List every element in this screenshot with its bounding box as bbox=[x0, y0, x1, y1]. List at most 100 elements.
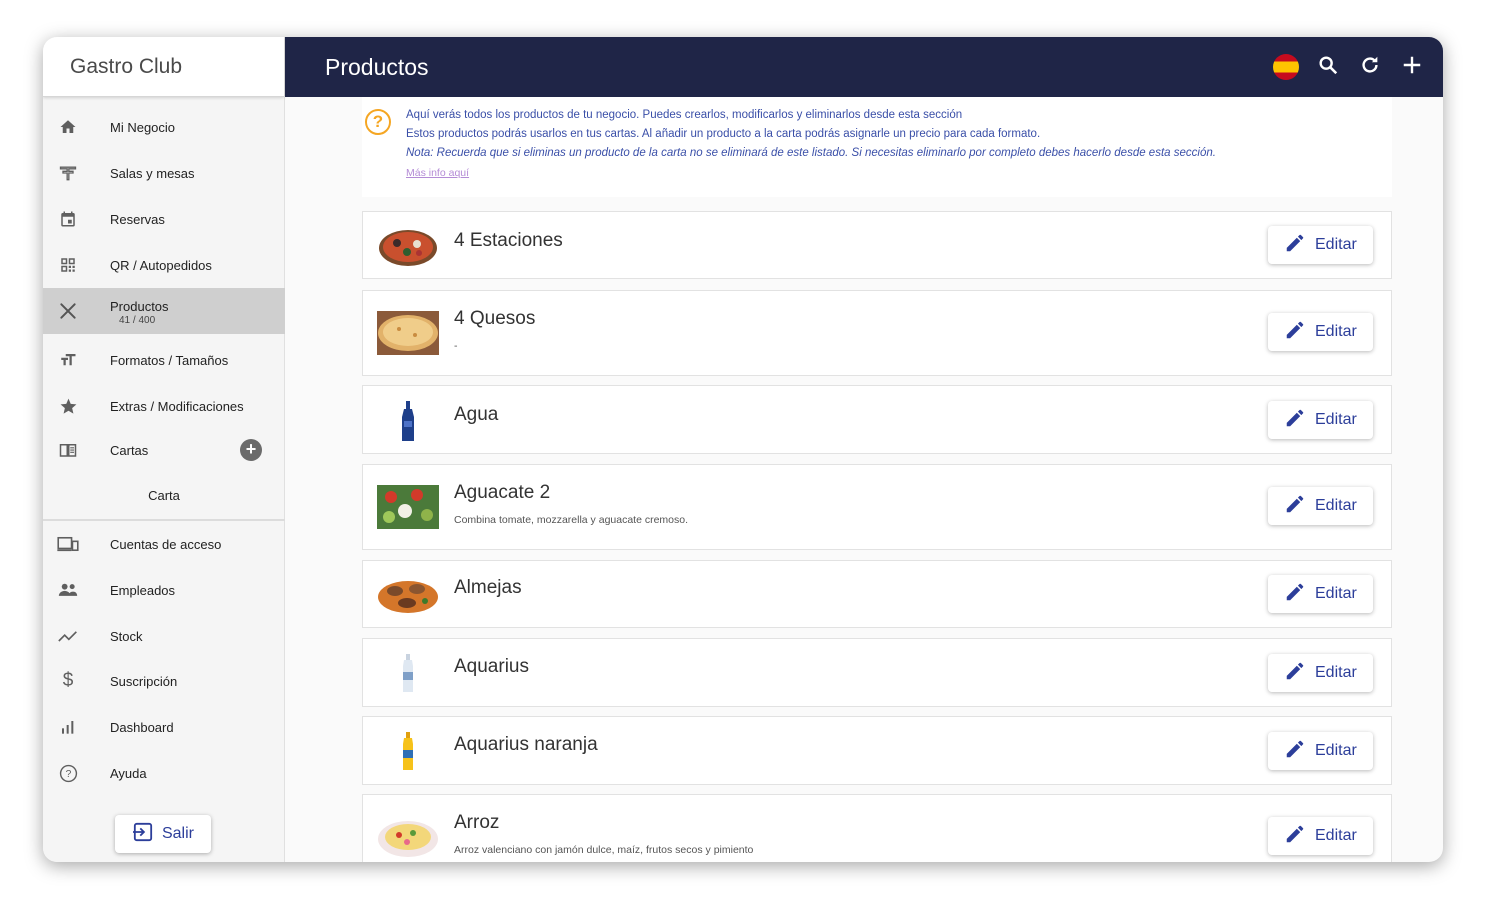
edit-label: Editar bbox=[1315, 411, 1357, 428]
sidebar-item-label: Suscripción bbox=[110, 673, 178, 689]
sidebar-subitem-carta[interactable]: Carta bbox=[43, 483, 285, 509]
sidebar-item-label: Dashboard bbox=[110, 719, 174, 735]
sidebar-item-mi-negocio[interactable]: Mi Negocio bbox=[43, 104, 285, 150]
add-carta-button[interactable]: + bbox=[240, 439, 262, 461]
product-name: 4 Quesos bbox=[454, 308, 536, 329]
calendar-icon bbox=[57, 208, 79, 230]
product-name: Aguacate 2 bbox=[454, 482, 551, 503]
more-info-link[interactable]: Más info aquí bbox=[406, 167, 469, 179]
product-row[interactable]: Almejas Editar bbox=[362, 560, 1392, 628]
product-name: Arroz bbox=[454, 812, 500, 833]
search-icon bbox=[1317, 54, 1339, 81]
product-row[interactable]: 4 Estaciones Editar bbox=[362, 211, 1392, 279]
menu-book-icon bbox=[57, 439, 79, 461]
product-name: 4 Estaciones bbox=[454, 230, 563, 251]
sidebar-item-label: Formatos / Tamaños bbox=[110, 352, 229, 368]
pizza-image bbox=[379, 230, 437, 266]
refresh-button[interactable] bbox=[1355, 52, 1385, 82]
pencil-icon bbox=[1284, 407, 1306, 434]
sidebar-item-ayuda[interactable]: ? Ayuda bbox=[43, 750, 285, 796]
product-row[interactable]: Aquarius naranja Editar bbox=[362, 716, 1392, 785]
sidebar-item-label: Cuentas de acceso bbox=[110, 536, 222, 552]
star-icon bbox=[57, 395, 79, 417]
sidebar: Gastro Club Mi Negocio Salas y mesas Res… bbox=[43, 37, 285, 862]
sidebar-item-label: Reservas bbox=[110, 211, 165, 227]
language-button[interactable] bbox=[1271, 52, 1301, 82]
sidebar-item-label: Salas y mesas bbox=[110, 165, 195, 181]
salad-image bbox=[377, 485, 439, 529]
sidebar-item-formatos[interactable]: Formatos / Tamaños bbox=[43, 337, 285, 383]
edit-button[interactable]: Editar bbox=[1268, 732, 1373, 770]
logout-button[interactable]: Salir bbox=[115, 815, 211, 853]
sidebar-item-salas[interactable]: Salas y mesas bbox=[43, 150, 285, 196]
logout-icon bbox=[132, 822, 154, 847]
product-row[interactable]: Aguacate 2 Combina tomate, mozzarella y … bbox=[362, 464, 1392, 550]
sidebar-item-dashboard[interactable]: Dashboard bbox=[43, 704, 285, 750]
utensils-icon bbox=[57, 300, 79, 322]
add-icon bbox=[1401, 54, 1423, 81]
brand-title: Gastro Club bbox=[43, 37, 284, 97]
text-size-icon bbox=[57, 349, 79, 371]
sidebar-item-label: Ayuda bbox=[110, 765, 147, 781]
product-description: Arroz valenciano con jamón dulce, maíz, … bbox=[454, 844, 754, 856]
bar-chart-icon bbox=[57, 716, 79, 738]
edit-button[interactable]: Editar bbox=[1268, 226, 1373, 264]
sidebar-item-label: Extras / Modificaciones bbox=[110, 398, 244, 414]
sidebar-item-reservas[interactable]: Reservas bbox=[43, 196, 285, 242]
sidebar-item-stock[interactable]: Stock bbox=[43, 613, 285, 659]
sidebar-item-label: QR / Autopedidos bbox=[110, 257, 212, 273]
app-window: Gastro Club Mi Negocio Salas y mesas Res… bbox=[43, 37, 1443, 862]
edit-button[interactable]: Editar bbox=[1268, 487, 1373, 525]
sidebar-item-label: Cartas bbox=[110, 442, 149, 458]
table-icon bbox=[57, 162, 79, 184]
info-note: Nota: Recuerda que si eliminas un produc… bbox=[406, 147, 1216, 159]
edit-label: Editar bbox=[1315, 497, 1357, 514]
help-icon: ? bbox=[365, 109, 391, 135]
product-row[interactable]: Aquarius Editar bbox=[362, 638, 1392, 707]
header-actions bbox=[1271, 52, 1427, 82]
edit-label: Editar bbox=[1315, 827, 1357, 844]
product-description: - bbox=[454, 340, 458, 352]
sidebar-item-cartas[interactable]: Cartas + bbox=[43, 427, 285, 473]
qr-icon bbox=[57, 254, 79, 276]
clams-image bbox=[378, 581, 438, 613]
product-name: Almejas bbox=[454, 577, 522, 598]
home-icon bbox=[57, 116, 79, 138]
refresh-icon bbox=[1359, 54, 1381, 81]
logout-label: Salir bbox=[161, 825, 194, 842]
sidebar-item-extras[interactable]: Extras / Modificaciones bbox=[43, 383, 285, 429]
edit-button[interactable]: Editar bbox=[1268, 401, 1373, 439]
search-button[interactable] bbox=[1313, 52, 1343, 82]
sidebar-item-label: Mi Negocio bbox=[110, 119, 176, 135]
edit-label: Editar bbox=[1315, 585, 1357, 602]
sidebar-item-qr[interactable]: QR / Autopedidos bbox=[43, 242, 285, 288]
product-name: Agua bbox=[454, 404, 499, 425]
pencil-icon bbox=[1284, 493, 1306, 520]
sidebar-item-label: Productos bbox=[110, 299, 169, 314]
sidebar-item-productos[interactable]: Productos 41 / 400 bbox=[43, 288, 285, 334]
add-product-button[interactable] bbox=[1397, 52, 1427, 82]
rice-image bbox=[378, 821, 438, 857]
edit-button[interactable]: Editar bbox=[1268, 817, 1373, 855]
sidebar-item-cuentas[interactable]: Cuentas de acceso bbox=[43, 521, 285, 567]
sidebar-item-empleados[interactable]: Empleados bbox=[43, 567, 285, 613]
product-row[interactable]: 4 Quesos - Editar bbox=[362, 290, 1392, 376]
sidebar-item-suscripcion[interactable]: $ Suscripción bbox=[43, 658, 285, 704]
pencil-icon bbox=[1284, 581, 1306, 608]
product-row[interactable]: Agua Editar bbox=[362, 385, 1392, 454]
product-description: Combina tomate, mozzarella y aguacate cr… bbox=[454, 514, 689, 526]
sidebar-item-label: Stock bbox=[110, 628, 143, 644]
svg-text:?: ? bbox=[65, 769, 71, 780]
page-title: Productos bbox=[325, 53, 429, 80]
product-count: 41 / 400 bbox=[119, 315, 156, 326]
product-name: Aquarius bbox=[454, 656, 529, 677]
pencil-icon bbox=[1284, 232, 1306, 259]
edit-label: Editar bbox=[1315, 236, 1357, 253]
info-line: Estos productos podrás usarlos en tus ca… bbox=[406, 128, 1041, 140]
edit-button[interactable]: Editar bbox=[1268, 313, 1373, 351]
edit-button[interactable]: Editar bbox=[1268, 575, 1373, 613]
water-bottle-image bbox=[402, 401, 414, 441]
devices-icon bbox=[57, 533, 79, 555]
product-row[interactable]: Arroz Arroz valenciano con jamón dulce, … bbox=[362, 794, 1392, 862]
edit-button[interactable]: Editar bbox=[1268, 654, 1373, 692]
